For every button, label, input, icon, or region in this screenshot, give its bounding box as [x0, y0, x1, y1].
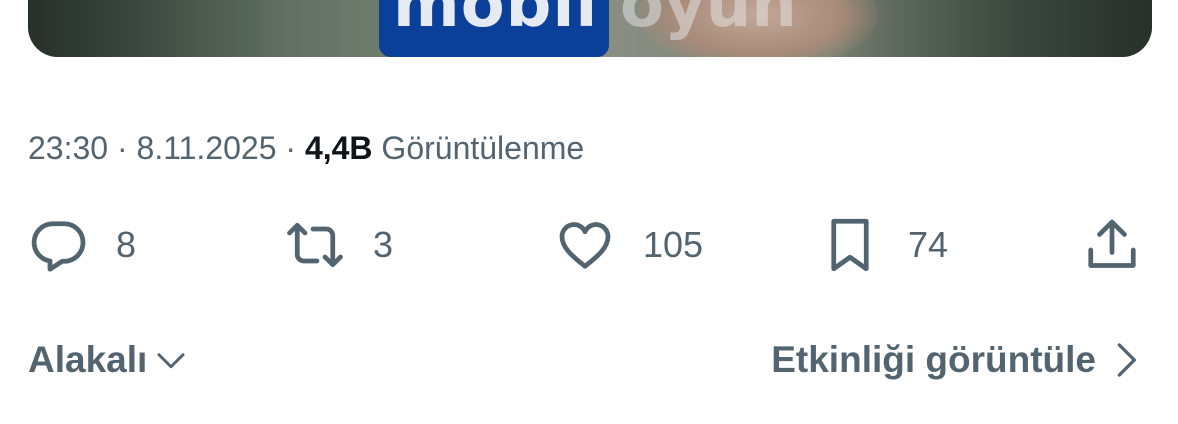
media-logo-text-secondary: oyun	[620, 0, 797, 42]
tweet-media-image[interactable]: mobil oyun	[28, 0, 1152, 57]
like-button[interactable]: 105	[555, 212, 703, 278]
views-count: 4,4B	[304, 130, 373, 166]
activity-label: Etkinliği görüntüle	[771, 339, 1096, 380]
reply-count: 8	[116, 224, 137, 265]
view-activity-link[interactable]: Etkinliği görüntüle	[771, 334, 1142, 386]
reply-icon	[31, 221, 86, 272]
reply-button[interactable]: 8	[28, 212, 136, 278]
bookmark-button[interactable]: 74	[820, 212, 948, 278]
views-label: Görüntülenme	[381, 130, 585, 166]
bookmark-icon	[831, 218, 869, 272]
tweet-metadata: 23:30 · 8.11.2025 · 4,4B Görüntülenme	[28, 128, 584, 168]
tweet-time[interactable]: 23:30	[28, 130, 108, 166]
tweet-action-bar: 8 3 105 74	[0, 212, 1178, 278]
media-logo-text: mobil	[393, 0, 599, 42]
like-count: 105	[643, 224, 704, 265]
tweet-footer: Alakalı Etkinliği görüntüle	[0, 334, 1178, 386]
sort-relevant-dropdown[interactable]: Alakalı	[28, 334, 189, 386]
like-icon	[559, 222, 611, 269]
chevron-right-icon	[1117, 343, 1137, 377]
chevron-down-icon	[157, 353, 185, 369]
share-icon	[1088, 219, 1136, 268]
separator: ·	[285, 130, 297, 166]
share-button[interactable]	[1082, 212, 1142, 278]
separator: ·	[116, 130, 128, 166]
retweet-button[interactable]: 3	[285, 212, 393, 278]
retweet-icon	[287, 222, 343, 268]
retweet-count: 3	[373, 224, 394, 265]
bookmark-count: 74	[908, 224, 949, 265]
media-logo: mobil	[379, 0, 609, 57]
tweet-date[interactable]: 8.11.2025	[137, 130, 277, 166]
sort-label: Alakalı	[28, 339, 148, 380]
